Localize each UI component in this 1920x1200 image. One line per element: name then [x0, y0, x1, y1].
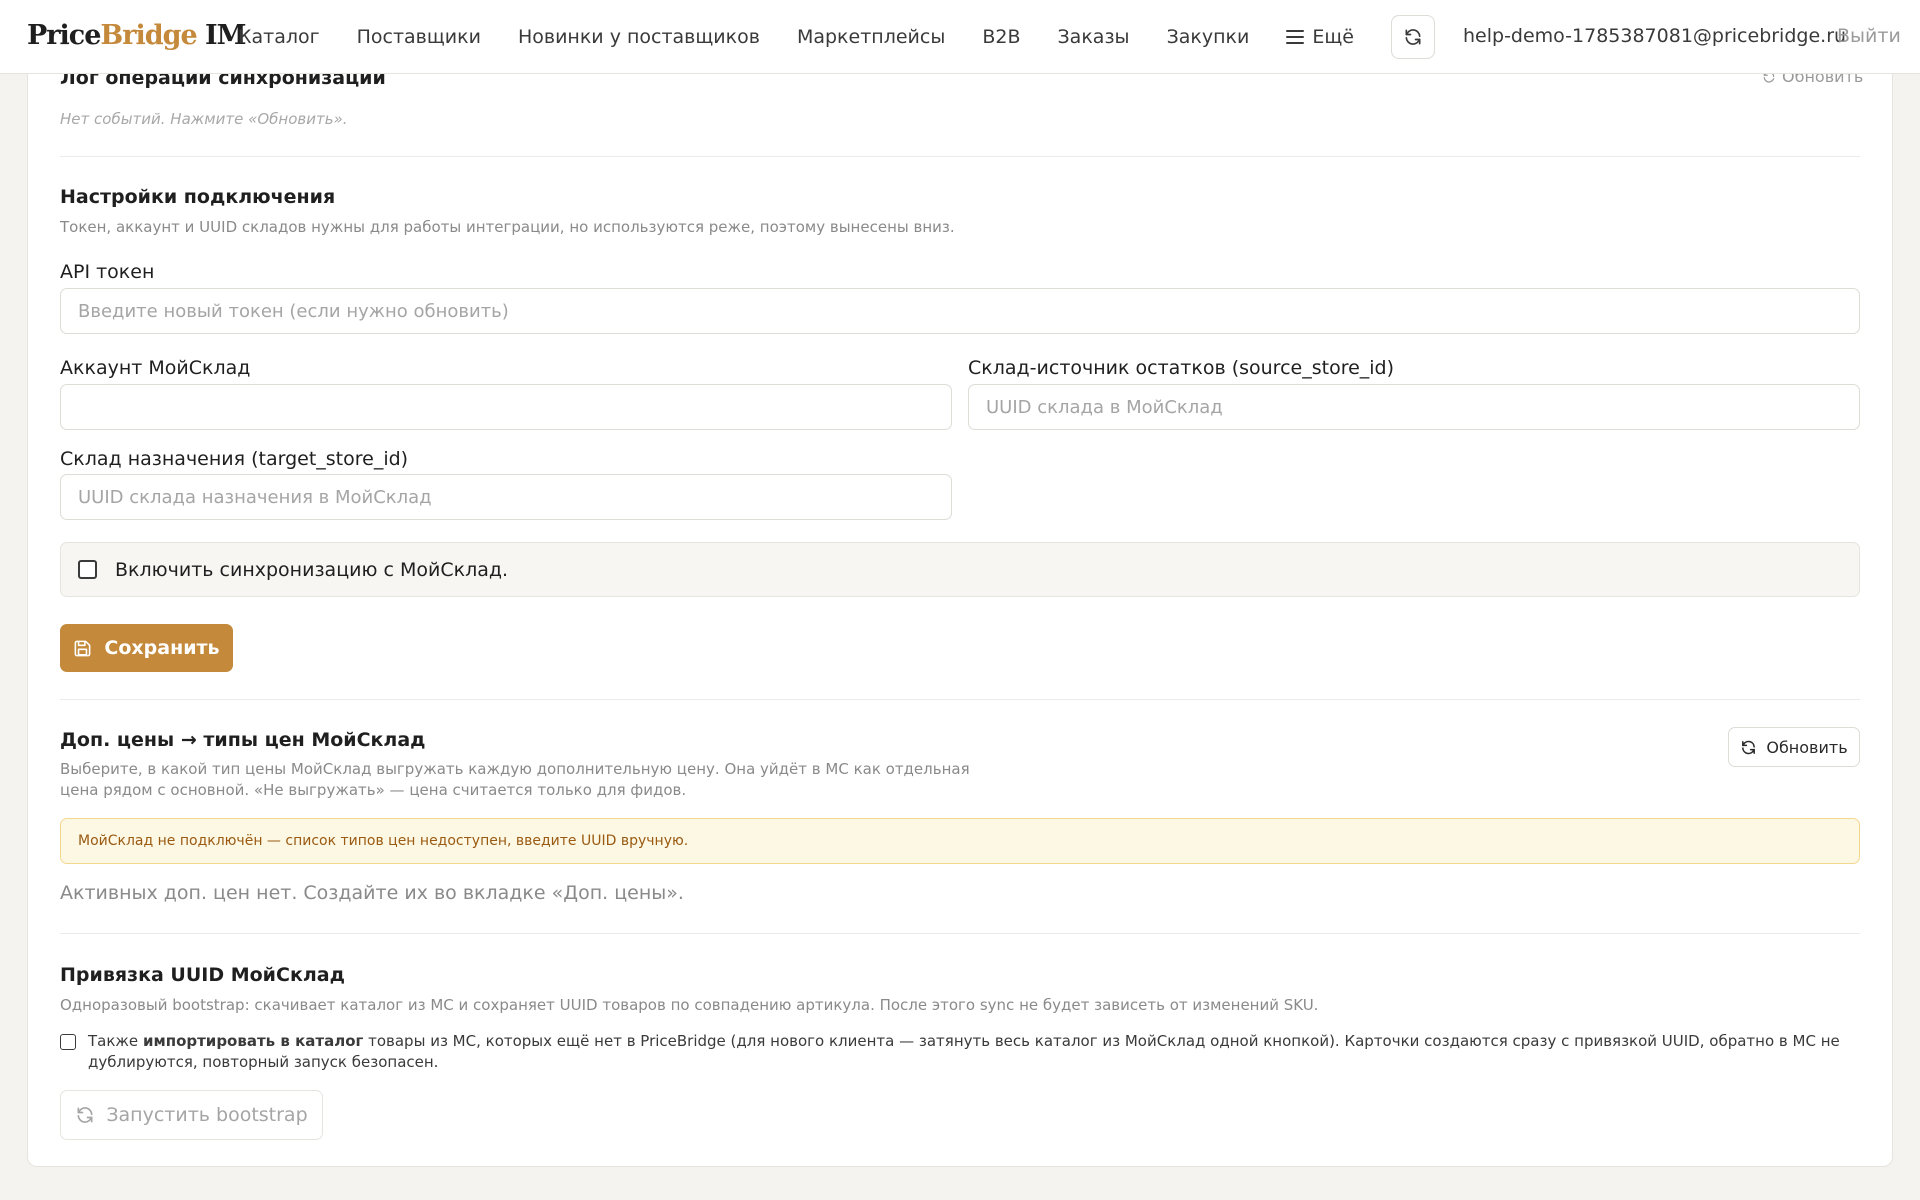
- sync-log-empty: Нет событий. Нажмите «Обновить».: [60, 110, 348, 128]
- nav-item-more[interactable]: Ещё: [1286, 26, 1354, 48]
- import-catalog-label-line2: дублируются, повторный запуск безопасен.: [88, 1053, 439, 1071]
- extra-prices-desc-line2: цена рядом с основной. «Не выгружать» — …: [60, 781, 687, 799]
- uuid-binding-subtitle: Одноразовый bootstrap: скачивает каталог…: [60, 996, 1319, 1014]
- extra-prices-desc-line1: Выберите, в какой тип цены МойСклад выгр…: [60, 760, 970, 778]
- extra-prices-refresh-button[interactable]: Обновить: [1728, 727, 1860, 767]
- save-button[interactable]: Сохранить: [60, 624, 233, 672]
- main-nav: Каталог Поставщики Новинки у поставщиков…: [238, 0, 1354, 74]
- import-catalog-bold: импортировать в каталог: [142, 1032, 364, 1050]
- nav-item-b2b[interactable]: B2B: [982, 26, 1020, 48]
- refresh-icon: [77, 1107, 93, 1123]
- connection-settings-title: Настройки подключения: [60, 186, 336, 208]
- nav-item-suppliers[interactable]: Поставщики: [357, 26, 481, 48]
- logout-link[interactable]: Выйти: [1837, 25, 1901, 47]
- run-bootstrap-button[interactable]: Запустить bootstrap: [60, 1090, 323, 1140]
- source-store-input[interactable]: [968, 384, 1860, 430]
- target-store-label: Склад назначения (target_store_id): [60, 448, 409, 470]
- app-logo[interactable]: PriceBridge IM: [27, 20, 247, 51]
- nav-item-catalog[interactable]: Каталог: [238, 26, 320, 48]
- connection-settings-subtitle: Токен, аккаунт и UUID складов нужны для …: [60, 218, 955, 236]
- enable-sync-row[interactable]: Включить синхронизацию с МойСклад.: [60, 542, 1860, 597]
- nav-item-orders[interactable]: Заказы: [1058, 26, 1130, 48]
- nav-item-more-label: Ещё: [1312, 26, 1354, 48]
- uuid-binding-title: Привязка UUID МойСклад: [60, 964, 345, 986]
- global-sync-button[interactable]: [1391, 15, 1435, 59]
- nav-item-supplier-news[interactable]: Новинки у поставщиков: [518, 26, 760, 48]
- refresh-icon: [1405, 29, 1421, 45]
- api-token-input[interactable]: [60, 288, 1860, 334]
- divider: [60, 699, 1860, 700]
- floppy-disk-icon: [75, 640, 91, 656]
- refresh-icon: [1742, 740, 1756, 754]
- enable-sync-label: Включить синхронизацию с МойСклад.: [115, 559, 509, 581]
- divider: [60, 933, 1860, 934]
- source-store-label: Склад-источник остатков (source_store_id…: [968, 357, 1395, 379]
- account-label: Аккаунт МойСклад: [60, 357, 251, 379]
- extra-prices-empty: Активных доп. цен нет. Создайте их во вк…: [60, 882, 684, 904]
- extra-prices-refresh-label: Обновить: [1766, 737, 1848, 757]
- extra-prices-title: Доп. цены → типы цен МойСклад: [60, 729, 426, 751]
- not-connected-warning: МойСклад не подключён — список типов цен…: [60, 818, 1860, 864]
- target-store-input[interactable]: [60, 474, 952, 520]
- enable-sync-checkbox[interactable]: [78, 560, 97, 579]
- top-navbar: PriceBridge IM Каталог Поставщики Новинк…: [0, 0, 1920, 74]
- import-catalog-label: Также импортировать в каталог товары из …: [88, 1032, 1840, 1050]
- divider: [60, 156, 1860, 157]
- nav-item-marketplaces[interactable]: Маркетплейсы: [797, 26, 945, 48]
- nav-item-purchases[interactable]: Закупки: [1167, 26, 1250, 48]
- account-input[interactable]: [60, 384, 952, 430]
- run-bootstrap-label: Запустить bootstrap: [106, 1104, 308, 1126]
- save-button-label: Сохранить: [104, 637, 220, 659]
- menu-icon: [1286, 30, 1305, 44]
- api-token-label: API токен: [60, 261, 155, 283]
- user-email: help-demo-1785387081@pricebridge.ru: [1463, 25, 1847, 47]
- import-catalog-checkbox[interactable]: [60, 1034, 76, 1050]
